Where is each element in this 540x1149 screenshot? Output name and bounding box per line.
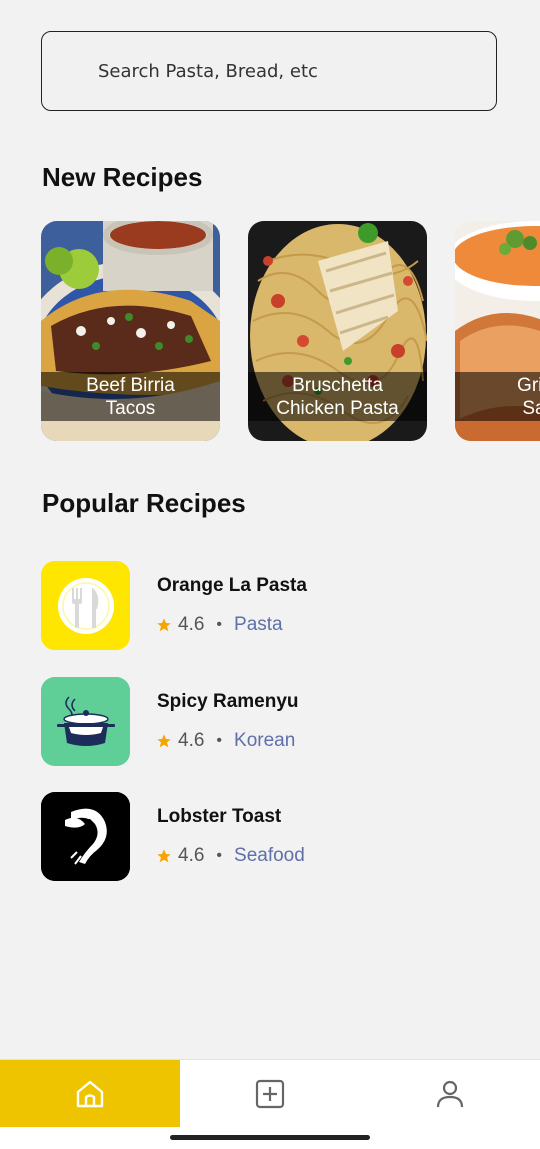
recipe-meta: 4.6 • Korean <box>156 730 295 752</box>
separator-dot: • <box>216 847 223 864</box>
new-recipes-title: New Recipes <box>42 162 203 192</box>
steaming-pot-icon <box>41 677 130 766</box>
nav-tab-profile[interactable] <box>360 1060 540 1127</box>
star-icon <box>157 618 171 632</box>
recipe-category[interactable]: Seafood <box>234 845 305 867</box>
recipe-thumbnail <box>41 561 130 650</box>
recipe-card-label: Beef Birria Tacos <box>41 372 220 421</box>
user-icon <box>436 1080 464 1107</box>
popular-item-spicy-ramenyu[interactable]: Spicy Ramenyu 4.6 • Korean <box>41 677 501 766</box>
recipe-category[interactable]: Pasta <box>234 614 283 636</box>
separator-dot: • <box>216 732 223 749</box>
add-square-icon <box>255 1079 285 1108</box>
search-input[interactable] <box>96 59 480 83</box>
recipe-name: Lobster Toast <box>157 806 282 827</box>
recipe-category[interactable]: Korean <box>234 730 295 752</box>
recipe-rating: 4.6 <box>178 614 205 635</box>
recipe-thumbnail <box>41 792 130 881</box>
new-recipes-carousel[interactable]: Beef Birria Tacos Bruschetta Chicken Pas… <box>41 221 540 441</box>
recipe-thumbnail <box>41 677 130 766</box>
popular-item-lobster-toast[interactable]: Lobster Toast 4.6 • Seafood <box>41 792 501 881</box>
recipe-card-beef-birria-tacos[interactable]: Beef Birria Tacos <box>41 221 220 441</box>
lobster-logo-icon <box>41 792 130 881</box>
separator-dot: • <box>216 616 223 633</box>
popular-recipes-title: Popular Recipes <box>42 488 246 518</box>
nav-tab-add[interactable] <box>180 1060 360 1127</box>
recipe-name: Orange La Pasta <box>157 575 307 596</box>
nav-tab-home[interactable] <box>0 1060 180 1127</box>
star-icon <box>157 849 171 863</box>
recipe-card-label: Grilled Sand <box>455 372 540 421</box>
star-icon <box>157 734 171 748</box>
search-box[interactable] <box>41 31 497 111</box>
recipe-card-label: Bruschetta Chicken Pasta <box>248 372 427 421</box>
recipe-card-grilled-sandwich[interactable]: Grilled Sand <box>455 221 540 441</box>
recipe-card-bruschetta-chicken-pasta[interactable]: Bruschetta Chicken Pasta <box>248 221 427 441</box>
bottom-nav <box>0 1059 540 1127</box>
recipe-rating: 4.6 <box>178 730 205 751</box>
recipe-meta: 4.6 • Pasta <box>156 614 283 636</box>
recipe-meta: 4.6 • Seafood <box>156 845 305 867</box>
recipe-rating: 4.6 <box>178 845 205 866</box>
popular-item-orange-la-pasta[interactable]: Orange La Pasta 4.6 • Pasta <box>41 561 501 650</box>
home-indicator[interactable] <box>170 1135 370 1140</box>
fork-knife-plate-icon <box>41 561 130 650</box>
home-icon <box>76 1080 104 1107</box>
recipe-name: Spicy Ramenyu <box>157 691 299 712</box>
